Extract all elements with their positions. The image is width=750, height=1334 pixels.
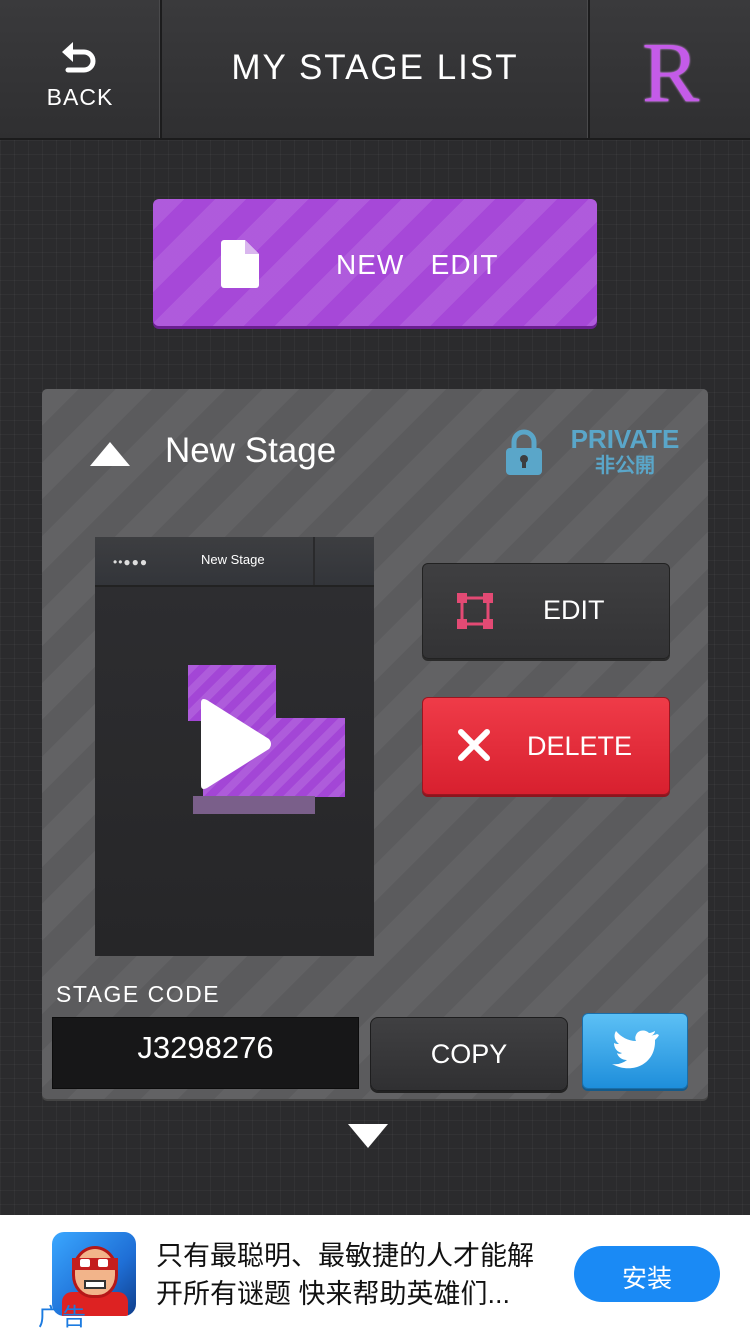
thumbnail-title: New Stage [201, 552, 265, 567]
edit-label: EDIT [543, 595, 605, 625]
hero-eye [98, 1259, 108, 1267]
hero-face [72, 1246, 118, 1298]
stage-code-value: J3298276 [137, 1030, 274, 1065]
ad-text: 只有最聪明、最敏捷的人才能解开所有谜题 快来帮助英雄们... [156, 1241, 534, 1309]
hero-mask [72, 1258, 118, 1270]
delete-button[interactable]: DELETE [422, 697, 670, 795]
new-edit-button[interactable]: NEW EDIT [153, 199, 597, 326]
stage-thumbnail[interactable]: ••●●● New Stage [95, 537, 374, 956]
expand-down-icon[interactable] [348, 1124, 388, 1148]
lock-icon [506, 429, 542, 475]
app-logo[interactable]: R [590, 0, 750, 138]
new-edit-label: NEW EDIT [336, 249, 499, 280]
edit-button[interactable]: EDIT [422, 563, 670, 659]
privacy-label-en: PRIVATE [570, 424, 680, 454]
ad-banner[interactable]: 广告 只有最聪明、最敏捷的人才能解开所有谜题 快来帮助英雄们... 安装 [0, 1215, 750, 1334]
thumbnail-divider [313, 537, 315, 585]
install-button[interactable]: 安装 [574, 1246, 720, 1302]
install-label: 安装 [621, 1265, 672, 1293]
page-title: MY STAGE LIST [231, 48, 519, 87]
stage-code-label: STAGE CODE [56, 981, 221, 1007]
stage-name: New Stage [165, 431, 337, 470]
ad-tag: 广告 [38, 1304, 86, 1331]
hero-mouth [84, 1280, 106, 1289]
twitter-share-button[interactable] [582, 1013, 688, 1089]
thumbnail-dots: ••●●● [113, 555, 149, 569]
top-bar: BACK MY STAGE LIST R [0, 0, 750, 140]
logo-letter: R [642, 24, 700, 120]
privacy-label-jp: 非公開 [595, 455, 655, 477]
play-icon[interactable] [195, 697, 273, 791]
stage-floor [193, 796, 315, 814]
twitter-bird-icon [612, 1030, 659, 1069]
document-icon [221, 240, 259, 288]
copy-label: COPY [430, 1039, 508, 1069]
collapse-icon[interactable] [90, 442, 130, 466]
undo-icon [62, 42, 96, 73]
back-button[interactable]: BACK [0, 0, 162, 138]
edit-frame-icon [457, 593, 493, 629]
hero-eye [80, 1259, 90, 1267]
title-cell: MY STAGE LIST [162, 0, 590, 138]
delete-label: DELETE [527, 731, 633, 761]
stage-card: New Stage PRIVATE 非公開 ••●●● New Stage ED… [42, 389, 708, 1099]
back-label: BACK [46, 84, 114, 110]
close-icon [458, 729, 490, 761]
thumbnail-header: ••●●● New Stage [95, 537, 374, 587]
copy-button[interactable]: COPY [370, 1017, 568, 1091]
privacy-status: PRIVATE 非公開 [560, 425, 690, 479]
stage-code-field[interactable]: J3298276 [52, 1017, 359, 1089]
